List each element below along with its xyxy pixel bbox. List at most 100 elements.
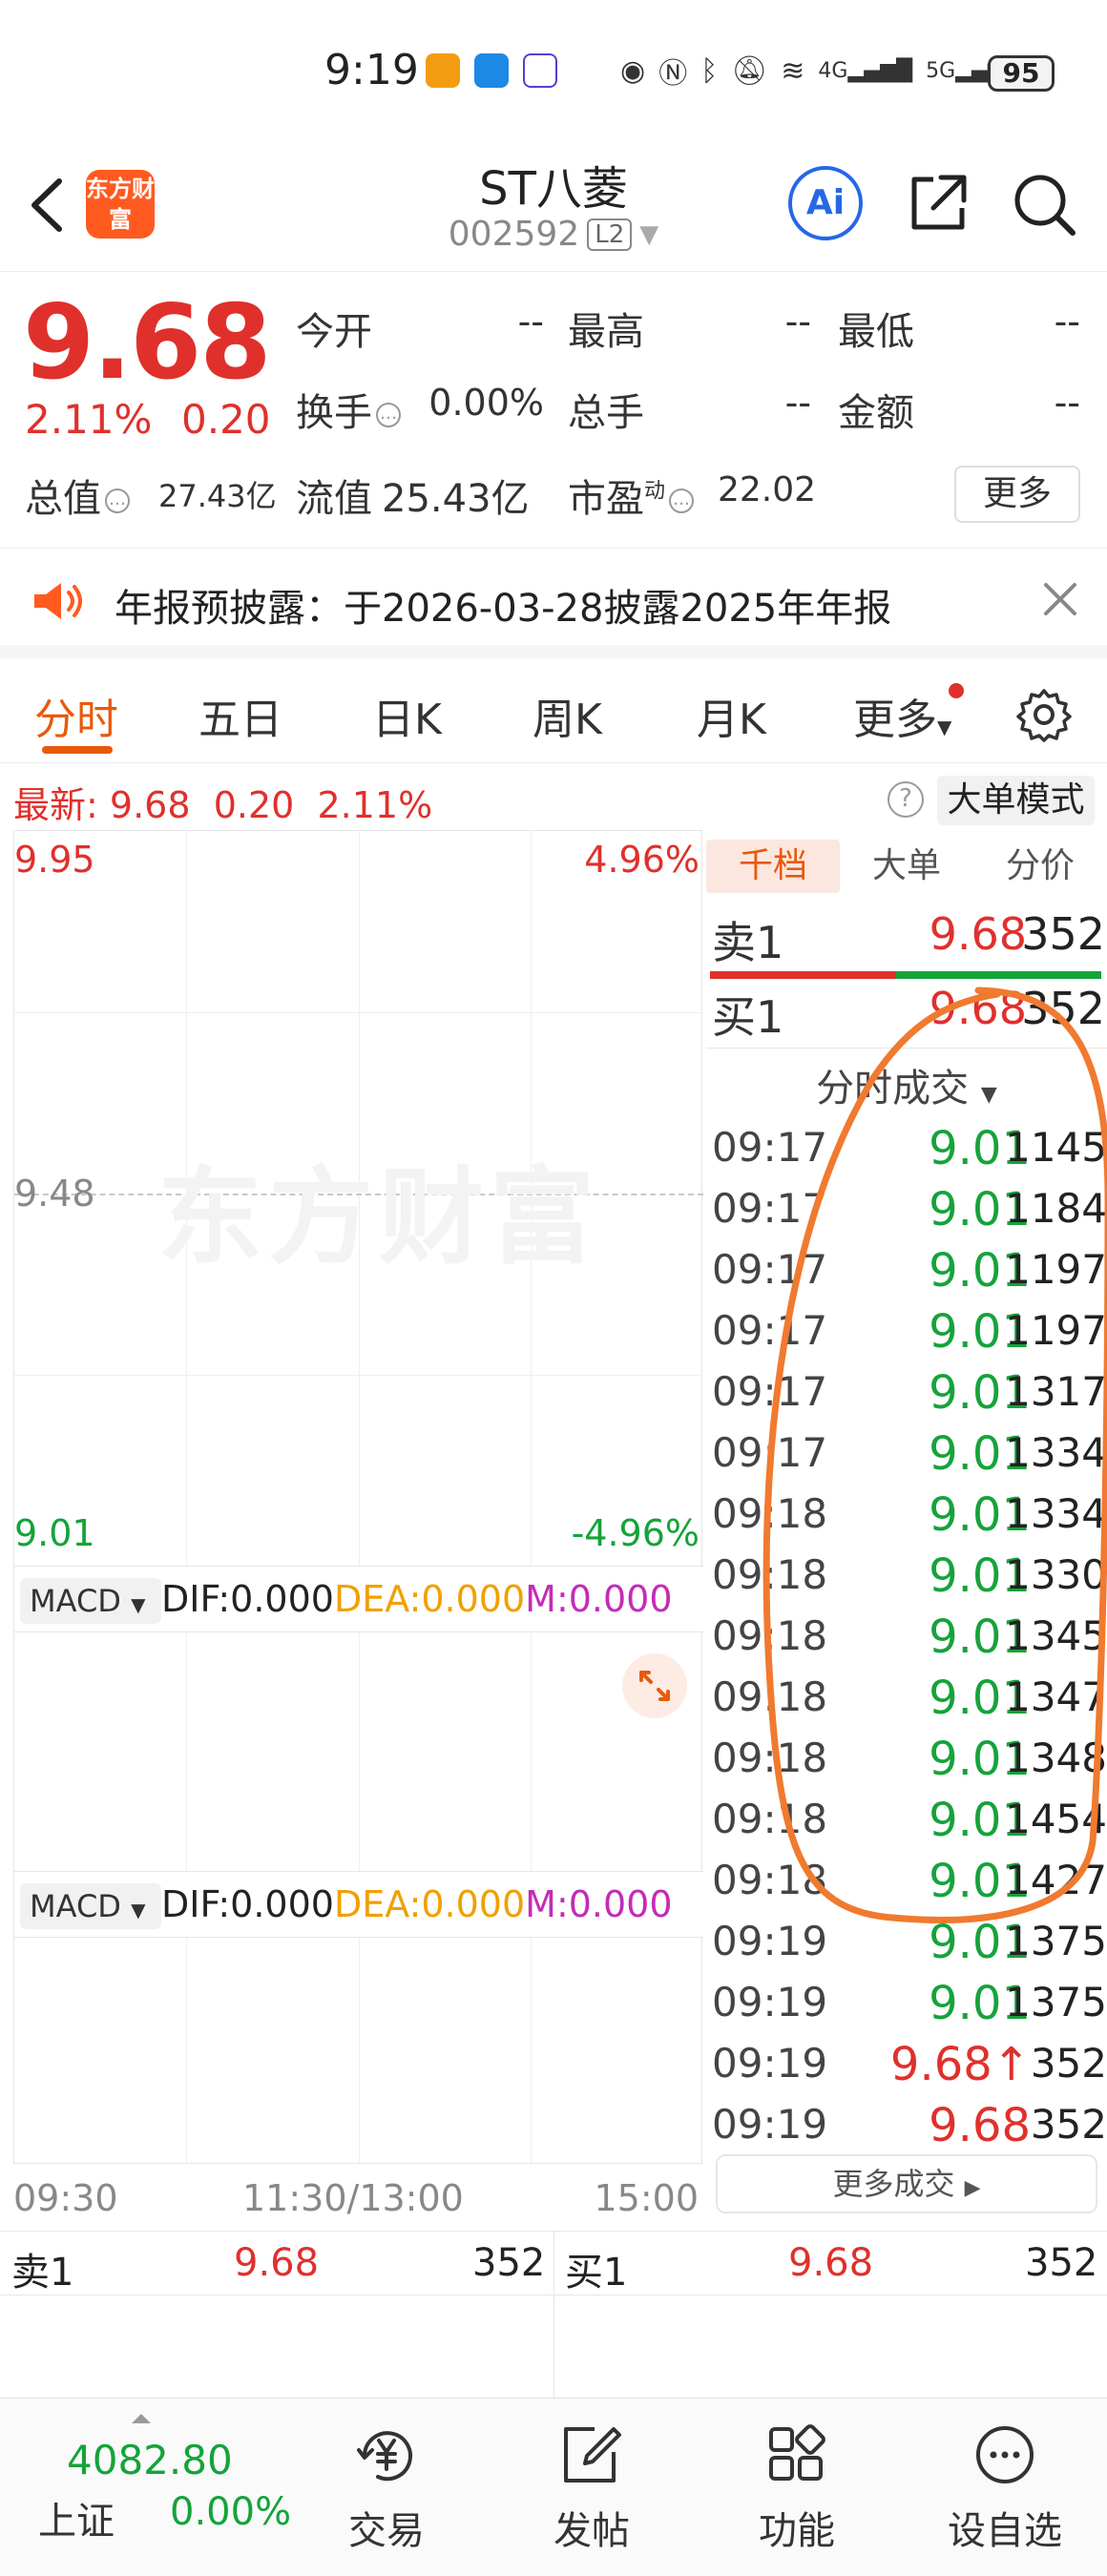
volume-label: 总手	[568, 391, 644, 435]
share-icon[interactable]	[905, 170, 971, 237]
status-bar: 9:19 ◉ Ⓝ ᛒ 🔕︎ ≋ 4G▂▄▆█ 5G▂▄▆█ 95	[0, 0, 1107, 143]
time-start: 09:30	[13, 2177, 118, 2219]
tab-big-order[interactable]: 大单	[840, 840, 973, 893]
turnover-value: 0.00%	[428, 382, 544, 424]
change-amount: 0.20	[181, 396, 271, 443]
nav-trade[interactable]: 交易	[315, 2421, 458, 2565]
chevron-down-icon: ▼	[639, 219, 659, 249]
macd-values: DIF:0.000DEA:0.000M:0.000	[161, 1883, 673, 1925]
tick-time: 09:19	[712, 2101, 828, 2148]
tick-price: 9.68	[929, 2099, 1031, 2152]
app-header: 东方财富 ST八菱 002592 L2 ▼ Ai	[0, 143, 1107, 272]
tab-price-distribution[interactable]: 分价	[973, 840, 1107, 893]
close-icon[interactable]	[1036, 575, 1084, 623]
nav-label: 设自选	[948, 2509, 1062, 2553]
bottom-buy1-volume: 352	[1025, 2241, 1098, 2285]
latest-bar: 最新: 9.68 0.20 2.11% ? 大单模式	[0, 768, 1107, 830]
notice-bar[interactable]: 年报预披露：于2026-03-28披露2025年年报	[0, 549, 1107, 658]
tick-price: 9.01	[929, 1977, 1031, 2030]
chevron-up-icon[interactable]	[132, 2414, 151, 2423]
gear-icon[interactable]	[1016, 687, 1072, 742]
more-trades-button[interactable]: 更多成交 ▶	[716, 2154, 1097, 2213]
macd-header: MACD ▼ DIF:0.000DEA:0.000M:0.000	[14, 1871, 703, 1938]
yen-exchange-icon	[357, 2431, 412, 2482]
market-cap-value: 27.43亿	[158, 478, 277, 514]
price-axis-mid: 9.48	[14, 1173, 95, 1215]
nfc-icon: Ⓝ	[658, 57, 688, 91]
info-icon[interactable]: …	[376, 403, 401, 427]
info-icon[interactable]: …	[669, 488, 695, 513]
index-change[interactable]: 0.00%	[170, 2490, 291, 2534]
low-value: --	[1054, 301, 1080, 343]
status-icons: ◉ Ⓝ ᛒ 🔕︎ ≋ 4G▂▄▆█ 5G▂▄▆█	[620, 50, 1020, 92]
annotation-circle	[762, 987, 1107, 1923]
notice-text: 年报预披露：于2026-03-28披露2025年年报	[115, 587, 892, 631]
grid-line	[14, 1012, 701, 1013]
tab-more[interactable]: 更多▼	[853, 685, 951, 746]
macd-values: DIF:0.000DEA:0.000M:0.000	[161, 1578, 673, 1620]
current-price: 9.68	[23, 283, 271, 403]
stock-code: 002592	[448, 215, 580, 254]
stock-name: ST八菱	[479, 162, 628, 216]
bottom-sell1-volume: 352	[472, 2241, 546, 2285]
status-time: 9:19	[324, 46, 419, 94]
back-icon[interactable]	[21, 172, 78, 239]
nav-post[interactable]: 发帖	[520, 2421, 663, 2565]
tab-weekly-k[interactable]: 周K	[533, 685, 602, 746]
high-value: --	[784, 301, 811, 343]
big-order-mode-button[interactable]: 大单模式	[937, 776, 1095, 825]
mute-icon: 🔕︎	[731, 53, 768, 88]
bottom-order-book: 卖1 9.68 352 买1 9.68 352	[0, 2231, 1107, 2399]
price-axis-bottom: 9.01	[14, 1512, 95, 1554]
index-value[interactable]: 4082.80	[67, 2437, 233, 2483]
grid-line	[531, 831, 532, 2163]
bottom-navigation: 4082.80 上证 0.00% 交易 发帖 功能 设自选	[0, 2398, 1107, 2576]
edit-icon	[564, 2427, 621, 2483]
quote-more-button[interactable]: 更多	[954, 466, 1080, 523]
tab-depth[interactable]: 千档	[706, 840, 840, 893]
pct-axis-top: 4.96%	[584, 839, 700, 881]
quote-panel: 9.68 2.11% 0.20 今开 -- 最高 -- 最低 -- 换手… 0.…	[0, 272, 1107, 549]
indicator-select[interactable]: MACD ▼	[20, 1883, 161, 1929]
chart-period-tabs: 分时 五日 日K 周K 月K 更多▼	[0, 658, 1107, 763]
pe-value: 22.02	[718, 470, 817, 509]
tick-volume: 1375	[1005, 1979, 1107, 2025]
turnover-label: 换手…	[296, 382, 405, 437]
amount-value: --	[1054, 382, 1080, 424]
expand-icon[interactable]	[620, 1652, 689, 1720]
volume-value: --	[784, 382, 811, 424]
search-icon[interactable]	[1010, 170, 1078, 239]
level2-badge: L2	[587, 218, 633, 251]
open-value: --	[517, 301, 544, 343]
ai-icon[interactable]: Ai	[788, 166, 863, 240]
nav-watchlist[interactable]: 设自选	[933, 2421, 1076, 2565]
notification-dot	[949, 683, 964, 698]
pe-label: 市盈动…	[568, 467, 698, 523]
indicator-select[interactable]: MACD ▼	[20, 1578, 161, 1624]
sell1-volume: 352	[1021, 908, 1105, 960]
change-percent: 2.11%	[25, 396, 153, 443]
tab-five-day[interactable]: 五日	[198, 685, 282, 746]
intraday-chart[interactable]: 东方财富 9.95 4.96% 9.48 9.01 -4.96% MACD ▼ …	[13, 830, 703, 2164]
tab-daily-k[interactable]: 日K	[372, 685, 442, 746]
app-notification-icon	[523, 53, 557, 88]
nav-label: 发帖	[554, 2509, 630, 2553]
active-tab-indicator	[42, 746, 113, 754]
app-logo: 东方财富	[86, 170, 155, 239]
sell1-label: 卖1	[712, 917, 784, 968]
latest-quote: 最新: 9.68 0.20 2.11%	[13, 784, 433, 826]
watermark: 东方财富	[157, 1156, 600, 1278]
stock-code-selector[interactable]: 002592 L2 ▼	[420, 215, 687, 254]
grid-apps-icon	[769, 2424, 825, 2481]
tab-intraday[interactable]: 分时	[34, 685, 118, 746]
grid-line	[186, 831, 187, 2163]
open-label: 今开	[296, 310, 372, 354]
nav-functions[interactable]: 功能	[725, 2421, 868, 2565]
index-name[interactable]: 上证	[38, 2490, 115, 2545]
chevron-down-icon: ▼	[131, 1593, 146, 1616]
chevron-down-icon: ▼	[937, 716, 952, 738]
help-icon[interactable]: ?	[888, 781, 924, 818]
tab-monthly-k[interactable]: 月K	[697, 685, 766, 746]
info-icon[interactable]: …	[105, 488, 130, 513]
float-cap-value: 25.43亿	[382, 477, 530, 521]
